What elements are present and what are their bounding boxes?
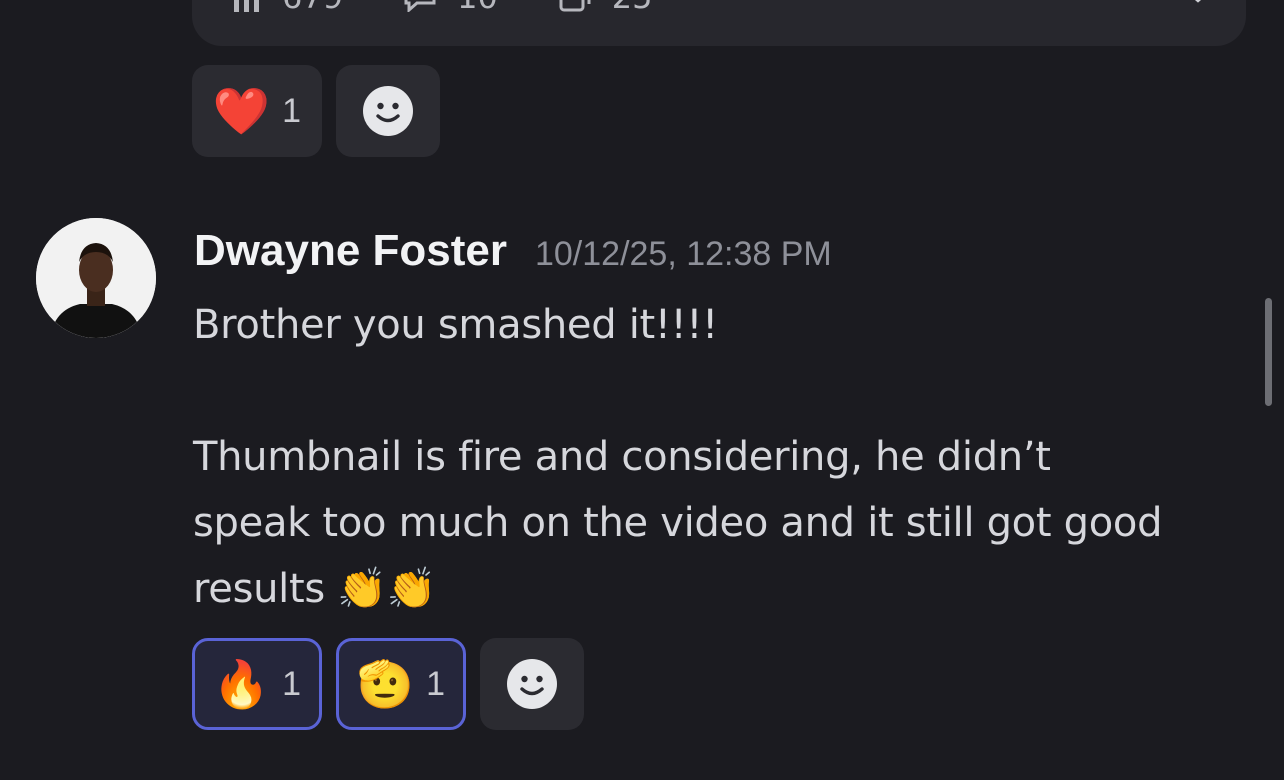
reaction-salute[interactable]: 🫡 1 [336, 638, 466, 730]
embed-stat-value: 25 [612, 0, 653, 16]
embed-stat-views: 679 [232, 0, 343, 16]
message-line: speak too much on the video and it still… [193, 500, 1163, 546]
embed-stats: 679 10 25 [232, 0, 653, 16]
reaction-heart[interactable]: ❤️ 1 [192, 65, 322, 157]
add-reaction-button[interactable] [480, 638, 584, 730]
close-icon[interactable] [1178, 0, 1218, 12]
salute-emoji-icon: 🫡 [356, 657, 415, 711]
message-line: Brother you smashed it!!!! [193, 302, 718, 348]
copy-icon [559, 0, 591, 12]
heart-emoji-icon: ❤️ [212, 84, 271, 138]
author-name[interactable]: Dwayne Foster [194, 226, 507, 276]
comment-icon [404, 0, 436, 12]
reaction-count: 1 [282, 91, 302, 130]
reaction-fire[interactable]: 🔥 1 [192, 638, 322, 730]
embed-stat-value: 679 [282, 0, 343, 16]
reaction-bar: 🔥 1 🫡 1 [192, 638, 584, 730]
add-reaction-button[interactable] [336, 65, 440, 157]
link-embed-card[interactable]: 679 10 25 [192, 0, 1246, 46]
scrollbar-thumb[interactable] [1265, 298, 1272, 406]
smiley-add-icon [507, 659, 557, 709]
reaction-count: 1 [282, 664, 302, 703]
embed-stat-value: 10 [457, 0, 498, 16]
fire-emoji-icon: 🔥 [212, 657, 271, 711]
chat-view: 679 10 25 ❤️ 1 [0, 0, 1284, 780]
embed-stat-comments: 10 [403, 0, 498, 16]
bar-chart-icon [234, 0, 259, 12]
avatar-photo [36, 218, 156, 338]
reaction-count: 1 [426, 664, 446, 703]
message-line: Thumbnail is fire and considering, he di… [193, 434, 1051, 480]
user-avatar[interactable] [36, 218, 156, 338]
message-header: Dwayne Foster 10/12/25, 12:38 PM [194, 226, 832, 276]
smiley-add-icon [363, 86, 413, 136]
message-content: Brother you smashed it!!!! Thumbnail is … [193, 292, 1253, 622]
message-line: results 👏👏 [193, 566, 437, 612]
message-timestamp: 10/12/25, 12:38 PM [534, 235, 832, 273]
reaction-bar-previous: ❤️ 1 [192, 65, 440, 157]
embed-stat-copies: 25 [558, 0, 653, 16]
